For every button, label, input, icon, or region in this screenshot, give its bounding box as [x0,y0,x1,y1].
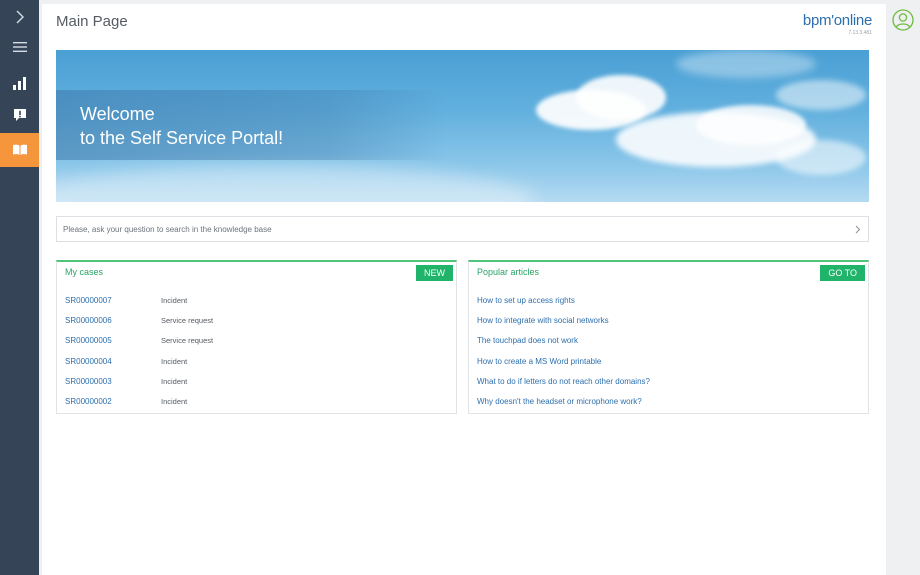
article-link[interactable]: What to do if letters do not reach other… [477,377,650,386]
my-cases-panel: My cases NEW SR00000007 Incident SR0000000… [56,260,457,414]
logo-text: bpm'online [802,12,872,29]
case-type: Incident [161,376,188,386]
article-row: How to create a MS Word printable [477,351,860,371]
article-link[interactable]: Why doesn't the headset or microphone wo… [477,397,642,406]
bar-chart-icon [12,76,26,90]
hamburger-icon [12,42,27,52]
expand-sidebar-button[interactable] [0,0,39,34]
case-row: SR00000007 Incident [65,290,448,310]
cases-list: SR00000007 Incident SR00000006 Service requ… [65,290,448,412]
page-title: Main Page [56,13,128,30]
popular-articles-panel: Popular articles GO TO How to set up acc… [468,260,869,414]
menu-button[interactable] [0,30,39,64]
new-case-button[interactable]: NEW [416,265,453,281]
chevron-right-icon [16,10,24,24]
case-id-link[interactable]: SR00000005 [65,336,161,345]
article-row: How to set up access rights [477,290,860,310]
article-row: How to integrate with social networks [477,310,860,330]
articles-list: How to set up access rights How to integr… [477,290,860,412]
go-to-articles-button[interactable]: GO TO [820,265,865,281]
user-icon [892,9,914,31]
case-type: Service request [161,315,214,325]
case-type: Incident [161,356,188,366]
book-icon [12,144,27,155]
search-placeholder: Please, ask your question to search in t… [63,224,272,234]
knowledge-search-input[interactable]: Please, ask your question to search in t… [56,216,869,242]
welcome-title: Welcome [80,104,155,124]
sidebar [0,0,39,575]
article-link[interactable]: How to integrate with social networks [477,316,609,325]
case-row: SR00000003 Incident [65,371,448,391]
article-row: What to do if letters do not reach other… [477,371,860,391]
exclamation-icon [13,109,26,121]
popular-articles-title: Popular articles [477,267,540,277]
article-link[interactable]: How to set up access rights [477,296,575,305]
case-id-link[interactable]: SR00000007 [65,296,161,305]
chevron-right-icon [855,225,861,233]
bpmonline-logo: bpm'online 7.13.3.481 [803,12,872,36]
search-submit-button[interactable] [848,225,868,234]
case-id-link[interactable]: SR00000006 [65,316,161,325]
article-row: The touchpad does not work [477,331,860,351]
case-id-link[interactable]: SR00000003 [65,377,161,386]
case-row: SR00000002 Incident [65,391,448,411]
version-label: 7.13.3.481 [848,30,872,36]
case-row: SR00000004 Incident [65,351,448,371]
welcome-banner: Welcome to the Self Service Portal! [56,50,869,202]
case-row: SR00000005 Service request [65,331,448,351]
case-type: Incident [161,295,188,305]
user-profile-button[interactable] [892,9,914,31]
right-rail [886,0,920,575]
knowledge-base-button[interactable] [0,133,39,167]
my-cases-title: My cases [65,267,104,277]
case-id-link[interactable]: SR00000002 [65,397,161,406]
case-type: Service request [161,336,214,346]
case-id-link[interactable]: SR00000004 [65,357,161,366]
dashboards-button[interactable] [0,66,39,100]
article-link[interactable]: How to create a MS Word printable [477,357,601,366]
welcome-subtitle: to the Self Service Portal! [80,128,284,148]
case-row: SR00000006 Service request [65,310,448,330]
case-type: Incident [161,397,188,407]
main-content: Main Page bpm'online 7.13.3.481 Welcome … [42,4,886,575]
cases-button[interactable] [0,98,39,132]
article-link[interactable]: The touchpad does not work [477,336,578,345]
article-row: Why doesn't the headset or microphone wo… [477,391,860,411]
